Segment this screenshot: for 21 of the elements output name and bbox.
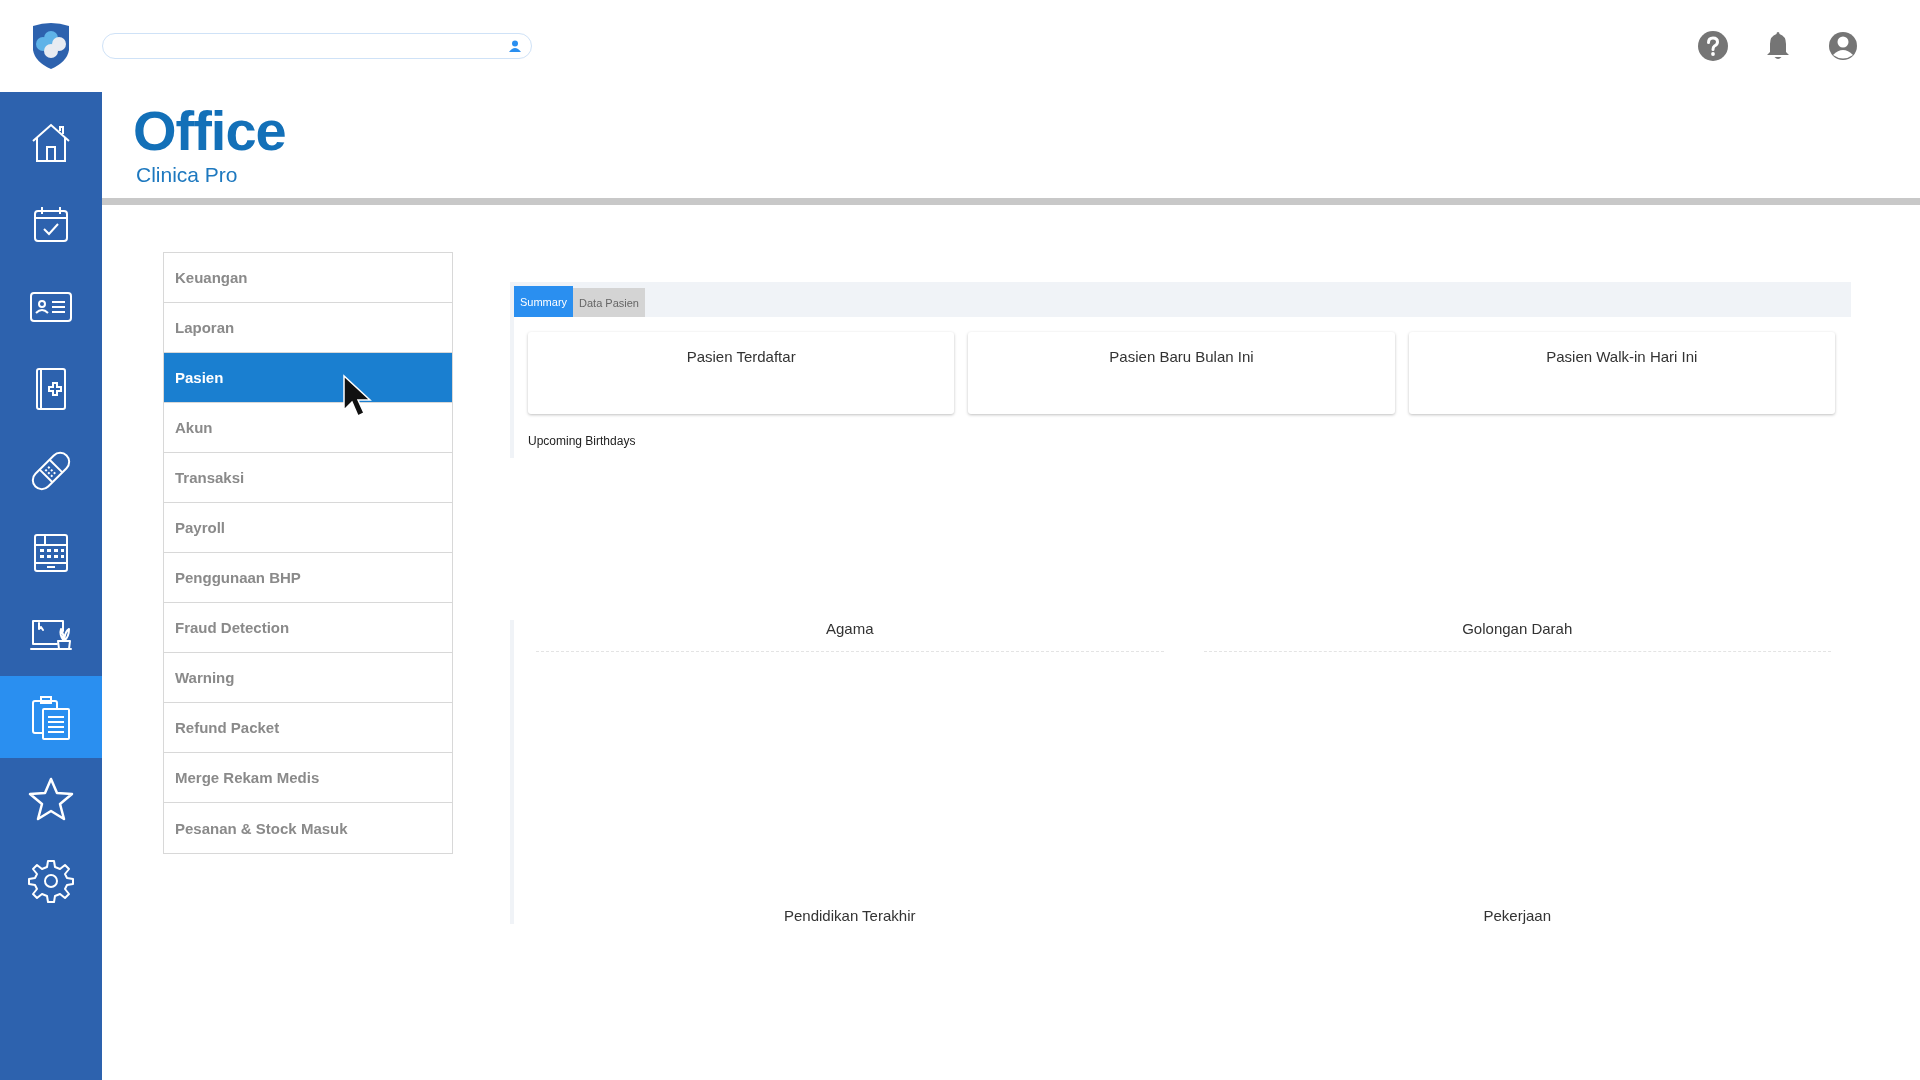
star-icon — [27, 775, 75, 823]
app-subtitle: Clinica Pro — [136, 163, 239, 187]
chart-title: Pekerjaan — [1483, 907, 1551, 924]
account-icon[interactable] — [1828, 31, 1858, 61]
notification-bell-icon[interactable] — [1766, 31, 1790, 61]
chart-title: Golongan Darah — [1462, 620, 1573, 637]
stat-card: Pasien Baru Bulan Ini — [968, 332, 1395, 414]
person-icon — [509, 40, 521, 52]
app-title: Office — [133, 103, 287, 159]
nav-button[interactable] — [0, 676, 102, 758]
settings-icon — [27, 857, 75, 905]
tab[interactable]: Data Pasien — [573, 288, 645, 317]
menu-item[interactable]: Pasien — [164, 353, 452, 403]
stat-card: Pasien Walk-in Hari Ini — [1408, 332, 1835, 414]
help-icon[interactable] — [1698, 31, 1728, 61]
section-heading: Upcoming Birthdays — [528, 434, 637, 448]
chart-title: Agama — [826, 620, 874, 637]
stat-card: Pasien Terdaftar — [528, 332, 955, 414]
tab[interactable]: Summary — [514, 286, 574, 317]
chart-title: Pendidikan Terakhir — [784, 907, 916, 924]
shield-cross-logo — [31, 22, 71, 70]
